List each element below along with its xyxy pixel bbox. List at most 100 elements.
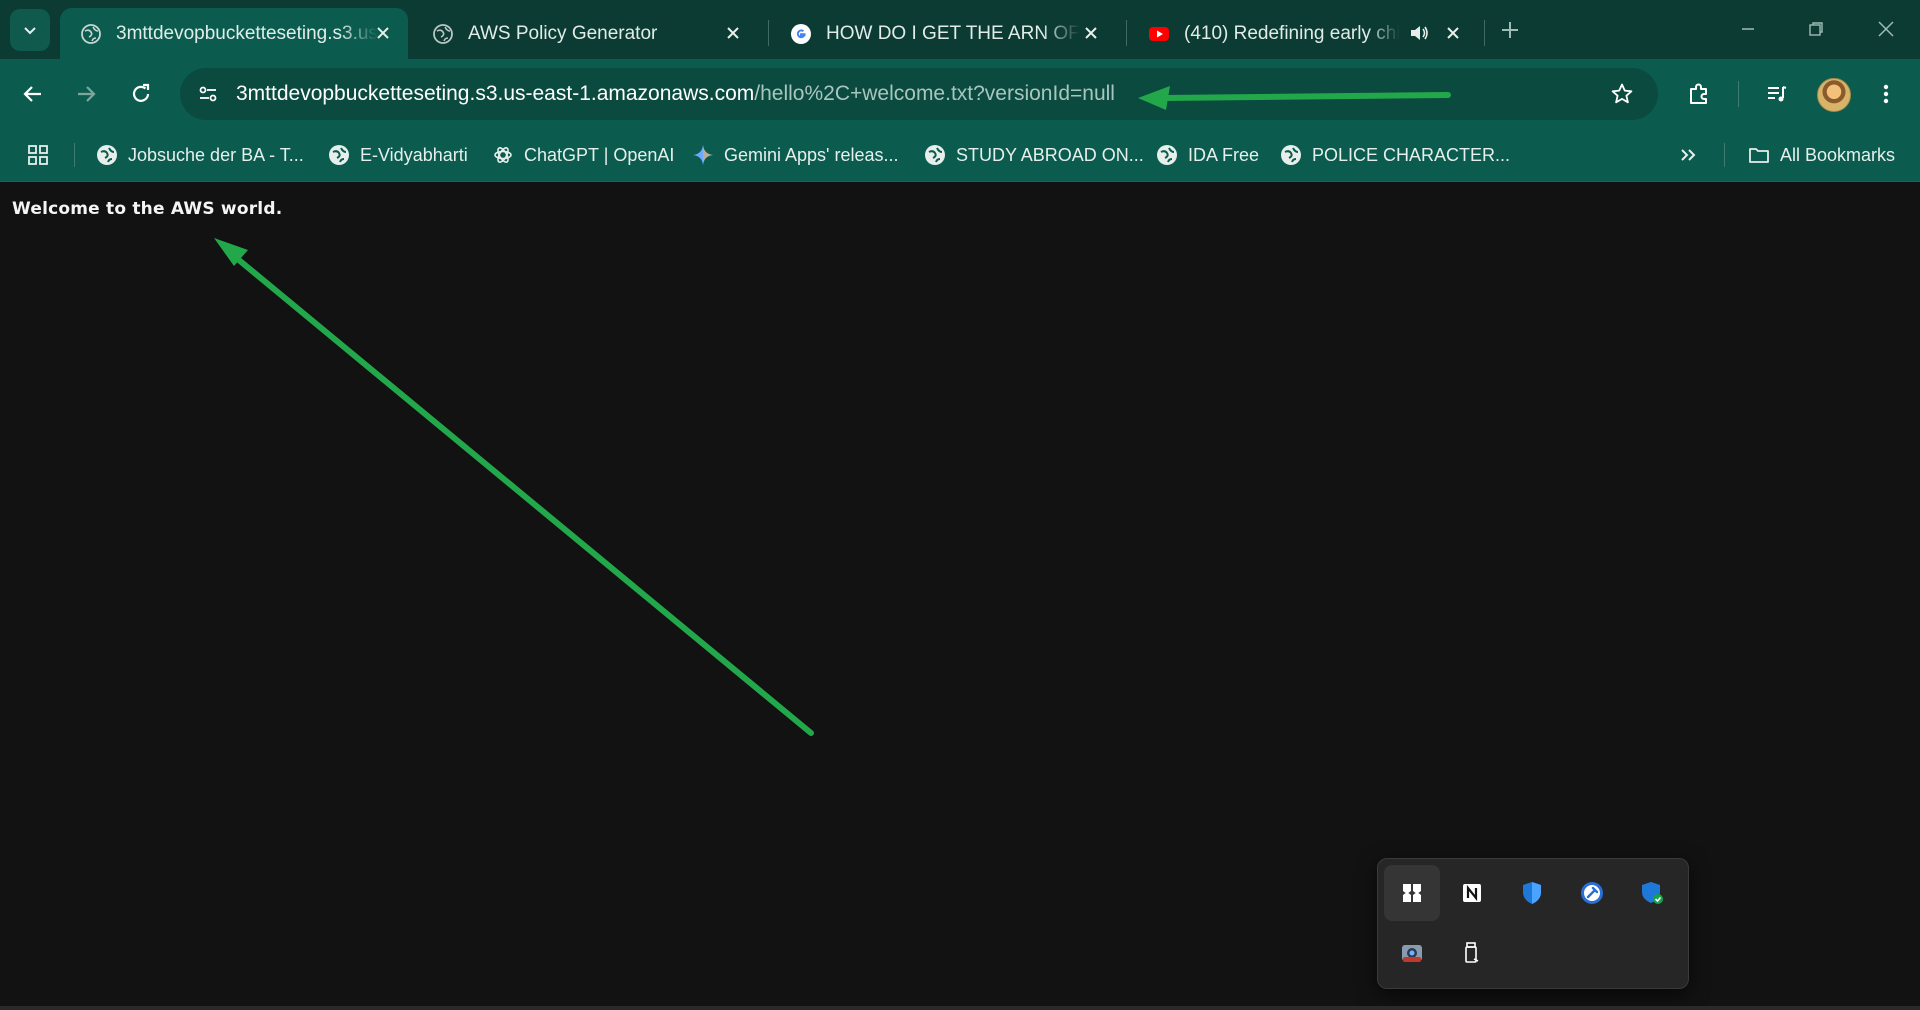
profile-avatar[interactable]: [1817, 78, 1851, 112]
bookmark-label: ChatGPT | OpenAI: [524, 144, 675, 165]
tab-close-button[interactable]: [1080, 22, 1102, 44]
bookmarks-separator: [1724, 143, 1725, 167]
text-annotation-arrow: [214, 238, 814, 736]
tray-item-notion[interactable]: [1444, 865, 1500, 921]
tab-youtube[interactable]: (410) Redefining early childhood: [1128, 8, 1478, 59]
tab-strip: 3mttdevopbucketteseting.s3.us-east-1.ama…: [0, 0, 1920, 59]
chrome-menu-button[interactable]: [1869, 77, 1903, 111]
tab-close-button[interactable]: [1442, 22, 1464, 44]
puzzle-icon: [1690, 83, 1707, 104]
bookmark-gemini[interactable]: Gemini Apps' releas...: [692, 141, 899, 169]
bookmarks-separator: [74, 143, 75, 167]
tray-item-defender[interactable]: [1504, 865, 1560, 921]
google-icon: [791, 23, 811, 44]
bookmark-star-button[interactable]: [1608, 80, 1636, 108]
globe-icon: [81, 23, 101, 44]
url-host: 3mttdevopbucketteseting.s3.us-east-1.ama…: [236, 82, 755, 105]
restore-button[interactable]: [1801, 14, 1831, 44]
speaker-icon[interactable]: [1408, 22, 1430, 44]
tray-item-camera-app[interactable]: [1384, 925, 1440, 981]
globe-icon: [1281, 145, 1301, 165]
usb-drive-icon: [1465, 942, 1479, 963]
extensions-button[interactable]: [1682, 77, 1716, 111]
restore-icon: [1809, 22, 1823, 36]
gemini-sparkle-icon: [693, 145, 713, 165]
bookmarks-bar: Jobsuche der BA - T... E-Vidyabharti Cha…: [0, 129, 1920, 182]
arrow-left-icon: [23, 86, 41, 102]
close-window-button[interactable]: [1871, 14, 1901, 44]
tab-close-button[interactable]: [722, 22, 744, 44]
minimize-button[interactable]: [1733, 14, 1763, 44]
close-icon: [727, 27, 739, 39]
bookmark-ida-free[interactable]: IDA Free: [1156, 141, 1259, 169]
globe-icon: [433, 23, 453, 44]
bookmark-label: STUDY ABROAD ON...: [956, 144, 1144, 165]
youtube-icon: [1149, 26, 1169, 41]
globe-icon: [925, 145, 945, 165]
tab-search-button[interactable]: [10, 9, 50, 51]
tray-item-wrench-app[interactable]: [1564, 865, 1620, 921]
playlist-icon: [1768, 86, 1787, 102]
bookmark-e-vidyabharti[interactable]: E-Vidyabharti: [328, 141, 468, 169]
back-button[interactable]: [16, 77, 50, 111]
bookmark-label: Gemini Apps' releas...: [724, 144, 899, 165]
folder-icon: [1749, 148, 1769, 163]
globe-icon: [329, 145, 349, 165]
tune-icon: [199, 86, 217, 102]
bookmarks-overflow-button[interactable]: [1678, 141, 1698, 169]
grid-app-icon: [1403, 884, 1421, 902]
bookmark-label: POLICE CHARACTER...: [1312, 144, 1511, 165]
address-bar[interactable]: 3mttdevopbucketteseting.s3.us-east-1.ama…: [180, 68, 1658, 120]
tab-title: AWS Policy Generator: [468, 22, 658, 44]
apps-button[interactable]: [26, 141, 50, 169]
new-tab-button[interactable]: [1496, 16, 1524, 44]
tab-separator: [768, 20, 769, 46]
tray-item-usb[interactable]: [1444, 925, 1500, 981]
tray-item-security[interactable]: [1624, 865, 1680, 921]
tab-google-search[interactable]: HOW DO I GET THE ARN OF MY: [770, 8, 1116, 59]
all-bookmarks-button[interactable]: All Bookmarks: [1748, 141, 1895, 169]
close-icon: [377, 27, 389, 39]
bookmark-police-character[interactable]: POLICE CHARACTER...: [1280, 141, 1510, 169]
defender-shield-icon: [1523, 882, 1541, 904]
bookmark-label: E-Vidyabharti: [360, 144, 468, 165]
more-vertical-icon: [1883, 84, 1889, 104]
minimize-icon: [1742, 28, 1754, 30]
star-icon: [1611, 83, 1633, 104]
close-icon: [1085, 27, 1097, 39]
reload-icon: [132, 83, 150, 102]
tab-title: (410) Redefining early childhood: [1184, 22, 1400, 44]
url-path: /hello%2C+welcome.txt?versionId=null: [754, 82, 1115, 105]
globe-icon: [97, 145, 117, 165]
bookmark-study-abroad[interactable]: STUDY ABROAD ON...: [924, 141, 1144, 169]
bookmark-chatgpt[interactable]: ChatGPT | OpenAI: [492, 141, 674, 169]
url-text[interactable]: 3mttdevopbucketteseting.s3.us-east-1.ama…: [236, 82, 1115, 106]
toolbar-separator: [1738, 81, 1739, 107]
camera-app-icon: [1402, 945, 1422, 962]
site-info-button[interactable]: [194, 80, 222, 108]
tab-s3-object[interactable]: 3mttdevopbucketteseting.s3.us-east-1.ama…: [60, 8, 408, 59]
close-icon: [1447, 27, 1459, 39]
browser-toolbar: 3mttdevopbucketteseting.s3.us-east-1.ama…: [0, 59, 1920, 129]
tray-item-grid-app[interactable]: [1384, 865, 1440, 921]
plus-icon: [1502, 22, 1518, 38]
arrow-right-icon: [78, 86, 96, 102]
tab-aws-policy-generator[interactable]: AWS Policy Generator: [412, 8, 758, 59]
all-bookmarks-label: All Bookmarks: [1780, 144, 1896, 165]
globe-icon: [1157, 145, 1177, 165]
tab-separator: [1126, 20, 1127, 46]
apps-grid-icon: [28, 145, 48, 165]
page-body-text: Welcome to the AWS world.: [12, 199, 283, 219]
close-icon: [1878, 21, 1894, 37]
bookmark-label: Jobsuche der BA - T...: [128, 144, 304, 165]
reload-button[interactable]: [124, 77, 158, 111]
security-check-icon: [1642, 882, 1663, 904]
wrench-app-icon: [1581, 882, 1603, 904]
media-controls-button[interactable]: [1760, 77, 1794, 111]
taskbar-edge: [0, 1006, 1920, 1010]
tab-close-button[interactable]: [372, 22, 394, 44]
forward-button[interactable]: [69, 77, 103, 111]
bookmark-jobsuche[interactable]: Jobsuche der BA - T...: [96, 141, 304, 169]
openai-icon: [494, 147, 512, 163]
tab-title: HOW DO I GET THE ARN OF MY: [826, 22, 1080, 44]
